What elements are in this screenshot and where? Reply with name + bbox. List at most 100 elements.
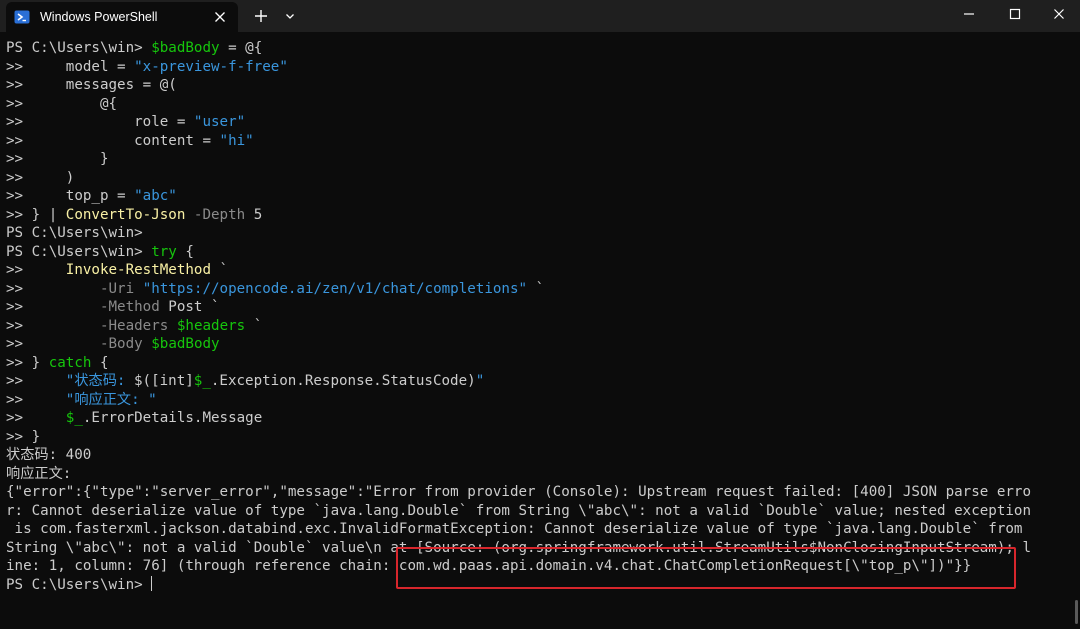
- maximize-icon: [1009, 8, 1021, 20]
- terminal-text: .ErrorDetails.Message: [82, 410, 263, 426]
- terminal-text: 状态码: 400: [6, 447, 92, 463]
- terminal-text: PS C:\Users\win>: [6, 40, 152, 56]
- terminal-text: >>: [6, 262, 66, 278]
- terminal-text: "响应正文: ": [65, 391, 157, 408]
- terminal-text: "x-preview-f-free": [134, 58, 288, 75]
- terminal-text: "https://opencode.ai/zen/v1/chat/complet…: [142, 280, 528, 297]
- close-window-button[interactable]: [1036, 0, 1080, 28]
- terminal-text: -Depth: [185, 206, 246, 223]
- terminal-text: >>: [6, 336, 100, 352]
- terminal-text: $headers: [176, 317, 246, 334]
- terminal-line: >> $_.ErrorDetails.Message: [6, 409, 1074, 428]
- terminal-text: >>: [6, 373, 66, 389]
- terminal-text: r: Cannot deserialize value of type `jav…: [6, 502, 1031, 519]
- terminal-line: 响应正文:: [6, 465, 1074, 484]
- terminal-text: ConvertTo-Json: [65, 206, 186, 223]
- terminal-line: >> top_p = "abc": [6, 187, 1074, 206]
- maximize-button[interactable]: [992, 0, 1038, 28]
- powershell-icon: [14, 9, 30, 25]
- terminal-text: >>: [6, 299, 100, 315]
- terminal-text: -Method: [99, 299, 160, 315]
- terminal-text: >> role =: [6, 114, 194, 130]
- terminal-line: >> "响应正文: ": [6, 391, 1074, 410]
- terminal-line: PS C:\Users\win> $badBody = @{: [6, 39, 1074, 58]
- terminal-line: >> }: [6, 428, 1074, 447]
- terminal-text: -Uri: [99, 280, 135, 297]
- title-bar: Windows PowerShell: [0, 0, 1080, 32]
- terminal-line: >> } | ConvertTo-Json -Depth 5: [6, 206, 1074, 225]
- tab-title: Windows PowerShell: [40, 10, 158, 24]
- terminal-line: >> -Headers $headers `: [6, 317, 1074, 336]
- terminal-text: {: [176, 243, 194, 260]
- terminal-text: = @{: [219, 40, 263, 56]
- terminal-text: >> } |: [6, 206, 66, 223]
- terminal-text: PS C:\Users\win>: [6, 576, 152, 593]
- terminal-line: >> model = "x-preview-f-free": [6, 58, 1074, 77]
- terminal-line: >> -Body $badBody: [6, 335, 1074, 354]
- terminal-line: 状态码: 400: [6, 446, 1074, 465]
- terminal-text: >>: [6, 410, 66, 426]
- terminal-text: $_: [65, 410, 83, 426]
- terminal-text: >> }: [6, 151, 109, 167]
- terminal-text: $badBody: [151, 40, 220, 56]
- terminal-line: is com.fasterxml.jackson.databind.exc.In…: [6, 520, 1074, 539]
- new-tab-button[interactable]: [251, 5, 271, 27]
- terminal-text: >> }: [6, 428, 41, 445]
- terminal-line: >> role = "user": [6, 113, 1074, 132]
- terminal-text: -Headers: [99, 317, 169, 334]
- error-highlight-box: [396, 547, 1016, 589]
- terminal-output[interactable]: PS C:\Users\win> $badBody = @{>> model =…: [6, 39, 1074, 624]
- terminal-text: `: [245, 317, 263, 334]
- terminal-text: >>: [6, 280, 100, 297]
- minimize-button[interactable]: [946, 0, 992, 28]
- terminal-text: $([int]: [134, 373, 194, 389]
- terminal-line: PS C:\Users\win>: [6, 224, 1074, 243]
- tab-windows-powershell[interactable]: Windows PowerShell: [6, 2, 238, 32]
- chevron-down-icon: [286, 14, 294, 19]
- terminal-line: >> content = "hi": [6, 132, 1074, 151]
- terminal-line: >> "状态码: $([int]$_.Exception.Response.St…: [6, 372, 1074, 391]
- close-icon: [1054, 9, 1064, 19]
- terminal-text: catch: [48, 354, 92, 371]
- tab-dropdown-button[interactable]: [281, 5, 299, 27]
- terminal-text: try: [151, 243, 177, 260]
- terminal-text: >> content =: [6, 132, 220, 149]
- terminal-text: >> top_p =: [6, 188, 135, 204]
- scrollbar-thumb[interactable]: [1075, 600, 1078, 624]
- terminal-text: `: [211, 262, 229, 278]
- terminal-text: >> model =: [6, 58, 135, 75]
- terminal-text: {: [91, 354, 109, 371]
- terminal-line: r: Cannot deserialize value of type `jav…: [6, 502, 1074, 521]
- terminal-text: Post `: [159, 299, 220, 315]
- terminal-text: `: [527, 280, 545, 297]
- terminal-line: >> @{: [6, 95, 1074, 114]
- terminal-text: ": [475, 373, 485, 389]
- terminal-line: >> -Uri "https://opencode.ai/zen/v1/chat…: [6, 280, 1074, 299]
- terminal-text: "状态码:: [65, 373, 134, 389]
- plus-icon: [255, 10, 267, 22]
- terminal-line: >> }: [6, 150, 1074, 169]
- terminal-text: 5: [245, 206, 263, 223]
- terminal-text: >>: [6, 317, 100, 334]
- text-cursor: [151, 575, 153, 591]
- terminal-text: >>: [6, 391, 66, 408]
- terminal-text: >> messages = @(: [6, 77, 177, 93]
- terminal-line: >> ): [6, 169, 1074, 188]
- minimize-icon: [964, 13, 974, 15]
- terminal-text: "hi": [219, 132, 254, 149]
- terminal-text: Invoke-RestMethod: [65, 262, 212, 278]
- terminal-text: $badBody: [151, 336, 220, 352]
- terminal-text: PS C:\Users\win>: [6, 243, 152, 260]
- terminal-line: PS C:\Users\win> try {: [6, 243, 1074, 262]
- terminal-text: "abc": [134, 188, 177, 204]
- terminal-line: {"error":{"type":"server_error","message…: [6, 483, 1074, 502]
- close-icon: [215, 12, 225, 22]
- terminal-line: >> messages = @(: [6, 76, 1074, 95]
- terminal-text: .Exception.Response.StatusCode): [210, 373, 476, 389]
- terminal-text: 响应正文:: [6, 465, 72, 482]
- terminal-text: -Body: [99, 336, 143, 352]
- terminal-text: PS C:\Users\win>: [6, 225, 143, 241]
- close-tab-button[interactable]: [210, 7, 230, 27]
